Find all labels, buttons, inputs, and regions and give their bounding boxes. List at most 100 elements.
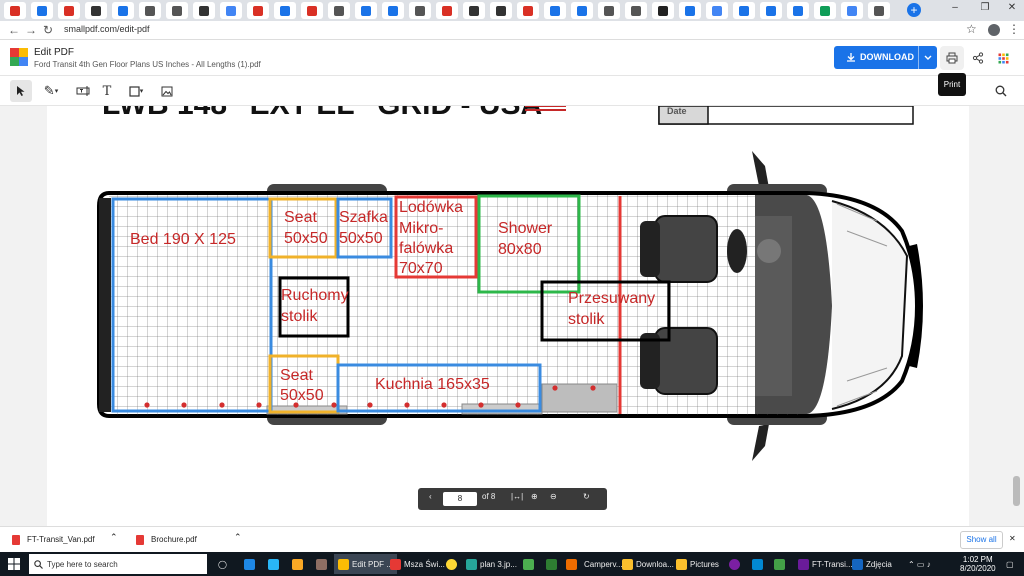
windows-start-icon[interactable] bbox=[8, 558, 20, 570]
browser-menu-icon[interactable]: ⋮ bbox=[1008, 22, 1020, 36]
browser-tab[interactable] bbox=[679, 2, 701, 19]
browser-tab[interactable] bbox=[31, 2, 53, 19]
system-tray-icons[interactable]: ⌃ ▭ ♪ bbox=[908, 555, 931, 573]
browser-tab[interactable] bbox=[598, 2, 620, 19]
browser-tab[interactable] bbox=[814, 2, 836, 19]
browser-tab[interactable] bbox=[625, 2, 647, 19]
browser-tab[interactable] bbox=[58, 2, 80, 19]
browser-tab[interactable] bbox=[868, 2, 890, 19]
browser-tab[interactable] bbox=[409, 2, 431, 19]
taskbar-app-downloads[interactable]: Downloa... bbox=[622, 555, 674, 573]
browser-tab[interactable] bbox=[139, 2, 161, 19]
fit-width-icon[interactable]: |↔| bbox=[511, 492, 523, 501]
browser-tab[interactable] bbox=[220, 2, 242, 19]
chevron-up-icon[interactable]: ⌃ bbox=[234, 532, 242, 543]
taskbar-app-plan[interactable]: plan 3.jp... bbox=[466, 555, 517, 573]
forward-icon[interactable]: → bbox=[25, 23, 37, 37]
browser-tab[interactable] bbox=[436, 2, 458, 19]
taskbar-clock[interactable]: 1:02 PM 8/20/2020 bbox=[960, 555, 996, 573]
store-icon[interactable] bbox=[268, 555, 279, 573]
search-button[interactable] bbox=[990, 80, 1012, 102]
browser-tab[interactable] bbox=[274, 2, 296, 19]
zoom-out-icon[interactable]: ⊖ bbox=[550, 492, 557, 501]
chevron-down-icon[interactable] bbox=[924, 55, 932, 61]
download-item-1[interactable]: FT-Transit_Van.pdf bbox=[27, 535, 95, 544]
taskbar-app-zdjecia[interactable]: Zdjęcia bbox=[852, 555, 892, 573]
notifications-icon[interactable]: ▢ bbox=[1006, 555, 1014, 573]
apps-grid-button[interactable] bbox=[991, 46, 1015, 70]
app-icon[interactable] bbox=[316, 555, 327, 573]
pdf-viewer[interactable]: LWB 148" EXT EL" GRID - USA Date bbox=[0, 106, 1024, 526]
close-icon[interactable]: ✕ bbox=[1002, 2, 1022, 13]
page-number-input[interactable]: 8 bbox=[443, 492, 477, 506]
chevron-down-icon[interactable]: ▾ bbox=[140, 87, 144, 95]
download-button[interactable]: DOWNLOAD bbox=[834, 46, 937, 69]
app-icon[interactable] bbox=[546, 555, 557, 573]
browser-tab[interactable] bbox=[517, 2, 539, 19]
text-field-tool[interactable] bbox=[72, 80, 94, 102]
chevron-down-icon[interactable]: ▾ bbox=[55, 87, 59, 95]
zoom-in-icon[interactable]: ⊕ bbox=[531, 492, 538, 501]
taskbar-app-ft-transit[interactable]: FT-Transi... bbox=[798, 555, 853, 573]
chevron-up-icon[interactable]: ⌃ bbox=[110, 532, 118, 543]
browser-tab[interactable] bbox=[760, 2, 782, 19]
browser-tab[interactable] bbox=[382, 2, 404, 19]
share-button[interactable] bbox=[966, 46, 990, 70]
browser-tab[interactable] bbox=[112, 2, 134, 19]
browser-tab[interactable] bbox=[355, 2, 377, 19]
taskbar-app-camperv[interactable]: Camperv... bbox=[584, 555, 623, 573]
app-icon[interactable] bbox=[774, 555, 785, 573]
browser-tab[interactable] bbox=[652, 2, 674, 19]
browser-tab[interactable] bbox=[733, 2, 755, 19]
browser-tab[interactable] bbox=[193, 2, 215, 19]
app-icon[interactable] bbox=[729, 555, 740, 573]
restore-icon[interactable]: ❐ bbox=[975, 2, 995, 13]
tab-favicon-icon bbox=[739, 5, 749, 16]
download-item-2[interactable]: Brochure.pdf bbox=[151, 535, 197, 544]
url-field[interactable]: smallpdf.com/edit-pdf bbox=[64, 24, 150, 34]
select-tool[interactable] bbox=[10, 80, 32, 102]
browser-tab[interactable] bbox=[463, 2, 485, 19]
text-tool[interactable]: T bbox=[96, 80, 118, 102]
browser-tab[interactable] bbox=[247, 2, 269, 19]
browser-tab[interactable] bbox=[571, 2, 593, 19]
back-icon[interactable]: ← bbox=[8, 23, 20, 37]
show-all-button[interactable]: Show all bbox=[960, 531, 1003, 549]
explorer-icon[interactable] bbox=[292, 555, 303, 573]
print-button[interactable] bbox=[940, 46, 964, 70]
browser-tab[interactable] bbox=[490, 2, 512, 19]
smallpdf-logo-icon[interactable] bbox=[10, 48, 28, 66]
reload-icon[interactable]: ↻ bbox=[43, 23, 53, 37]
shape-tool[interactable]: ▾ bbox=[122, 80, 150, 102]
rotate-icon[interactable]: ↻ bbox=[583, 492, 590, 501]
browser-tab[interactable] bbox=[706, 2, 728, 19]
app-icon[interactable] bbox=[566, 555, 577, 573]
browser-tab[interactable] bbox=[328, 2, 350, 19]
app-icon[interactable] bbox=[523, 555, 534, 573]
close-downloads-icon[interactable]: ✕ bbox=[1009, 534, 1016, 543]
browser-tab[interactable] bbox=[841, 2, 863, 19]
browser-tab[interactable] bbox=[85, 2, 107, 19]
taskbar-search-input[interactable]: Type here to search bbox=[29, 554, 207, 574]
browser-tab[interactable] bbox=[787, 2, 809, 19]
app-icon[interactable] bbox=[752, 555, 763, 573]
taskbar-app-edit-pdf[interactable]: Edit PDF ... bbox=[334, 554, 397, 574]
profile-avatar[interactable] bbox=[988, 24, 1000, 36]
chrome-alt-icon[interactable] bbox=[446, 555, 457, 573]
taskbar-app-msza[interactable]: Msza Świ... bbox=[390, 555, 445, 573]
task-view-icon[interactable]: ◯ bbox=[218, 555, 227, 573]
previous-page-icon[interactable]: ‹ bbox=[429, 492, 432, 501]
browser-tab[interactable] bbox=[544, 2, 566, 19]
draw-tool[interactable]: ✎ ▾ bbox=[38, 80, 64, 102]
browser-tab[interactable] bbox=[166, 2, 188, 19]
browser-tab[interactable] bbox=[301, 2, 323, 19]
clock-time: 1:02 PM bbox=[962, 555, 993, 564]
image-tool[interactable] bbox=[156, 80, 178, 102]
bookmark-star-icon[interactable]: ☆ bbox=[966, 22, 977, 36]
minimize-icon[interactable]: – bbox=[945, 2, 965, 13]
browser-tab[interactable] bbox=[4, 2, 26, 19]
taskbar-app-pictures[interactable]: Pictures bbox=[676, 555, 719, 573]
vertical-scrollbar[interactable] bbox=[1013, 476, 1020, 506]
edge-icon[interactable] bbox=[244, 555, 255, 573]
new-tab-button[interactable]: + bbox=[907, 3, 921, 17]
